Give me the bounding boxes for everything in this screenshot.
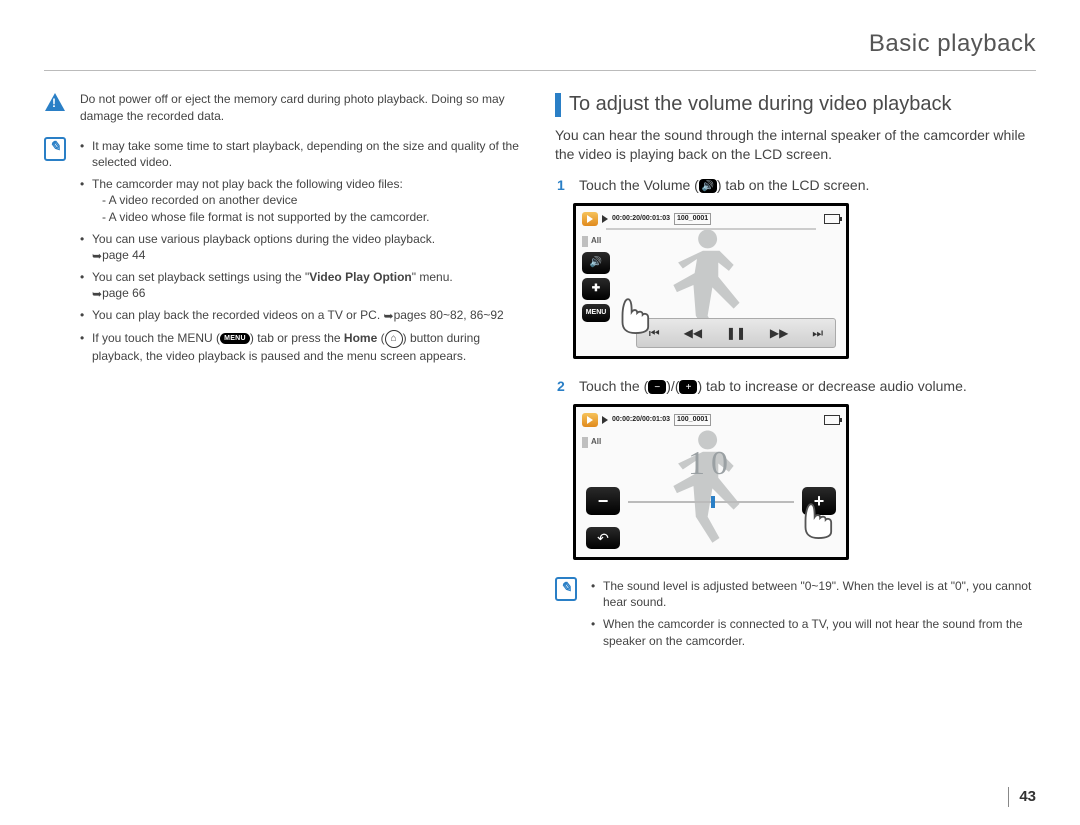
warning-icon <box>44 91 66 113</box>
volume-button[interactable]: 🔊 <box>582 252 610 274</box>
note-icon: ✎ <box>44 138 66 160</box>
forward-button[interactable]: ▶▶ <box>770 325 788 341</box>
play-indicator-icon <box>582 413 598 427</box>
all-tab: All <box>582 437 601 448</box>
list-item: You can play back the recorded videos on… <box>80 307 525 323</box>
battery-icon <box>824 415 840 425</box>
list-item: You can set playback settings using the … <box>80 269 525 301</box>
list-item: It may take some time to start playback,… <box>80 138 525 170</box>
list-item: The sound level is adjusted between "0~1… <box>591 578 1036 610</box>
volume-icon: 🔊 <box>699 179 717 193</box>
warning-block: Do not power off or eject the memory car… <box>44 91 525 123</box>
transport-controls: ⏮ ◀◀ ❚❚ ▶▶ ⏭ <box>636 318 836 348</box>
note-icon: ✎ <box>555 578 577 600</box>
arrow-icon: ➥ <box>384 308 394 324</box>
section-heading: To adjust the volume during video playba… <box>555 91 1036 118</box>
play-icon <box>602 416 608 424</box>
volume-minus-button[interactable]: − <box>586 487 620 515</box>
step-1: 1 Touch the Volume (🔊) tab on the LCD sc… <box>557 176 1036 195</box>
heading-bar <box>555 93 561 117</box>
step-2: 2 Touch the (−)/(+) tab to increase or d… <box>557 377 1036 396</box>
play-icon <box>602 215 608 223</box>
pause-button[interactable]: ❚❚ <box>726 325 746 341</box>
arrow-icon: ➥ <box>92 286 102 302</box>
list-item: If you touch the MENU (MENU) tab or pres… <box>80 330 525 364</box>
page-number: 43 <box>1008 787 1036 807</box>
note-list: It may take some time to start playback,… <box>80 138 525 370</box>
chapter-title: Basic playback <box>44 28 1036 64</box>
touch-hand-icon <box>789 484 844 539</box>
list-item: The camcorder may not play back the foll… <box>80 176 525 225</box>
header-rule <box>44 70 1036 71</box>
touch-hand-icon <box>606 279 661 334</box>
minus-icon: − <box>648 380 666 394</box>
volume-value: 10 <box>688 441 734 487</box>
intro-text: You can hear the sound through the inter… <box>555 126 1036 164</box>
next-button[interactable]: ⏭ <box>812 325 823 341</box>
lcd-screenshot-2: 00:00:20/00:01:03 100_0001 All 10 − + ↶ <box>573 404 849 560</box>
list-item: You can use various playback options dur… <box>80 231 525 263</box>
right-column: To adjust the volume during video playba… <box>555 91 1036 668</box>
menu-pill-icon: MENU <box>220 333 250 344</box>
volume-slider[interactable] <box>628 499 794 505</box>
list-item: When the camcorder is connected to a TV,… <box>591 616 1036 648</box>
plus-icon: + <box>679 380 697 394</box>
battery-icon <box>824 214 840 224</box>
home-icon: ⌂ <box>385 330 403 348</box>
play-indicator-icon <box>582 212 598 226</box>
right-note-list: The sound level is adjusted between "0~1… <box>591 578 1036 655</box>
arrow-icon: ➥ <box>92 248 102 264</box>
warning-text: Do not power off or eject the memory car… <box>80 91 525 123</box>
lcd-screenshot-1: 00:00:20/00:01:03 100_0001 All 🔊 ✚ MENU … <box>573 203 849 359</box>
left-column: Do not power off or eject the memory car… <box>44 91 525 668</box>
right-note-block: ✎ The sound level is adjusted between "0… <box>555 578 1036 655</box>
manual-page: Basic playback Do not power off or eject… <box>0 0 1080 825</box>
rewind-button[interactable]: ◀◀ <box>684 325 702 341</box>
note-block: ✎ It may take some time to start playbac… <box>44 138 525 370</box>
back-button[interactable]: ↶ <box>586 527 620 549</box>
all-tab: All <box>582 236 601 247</box>
